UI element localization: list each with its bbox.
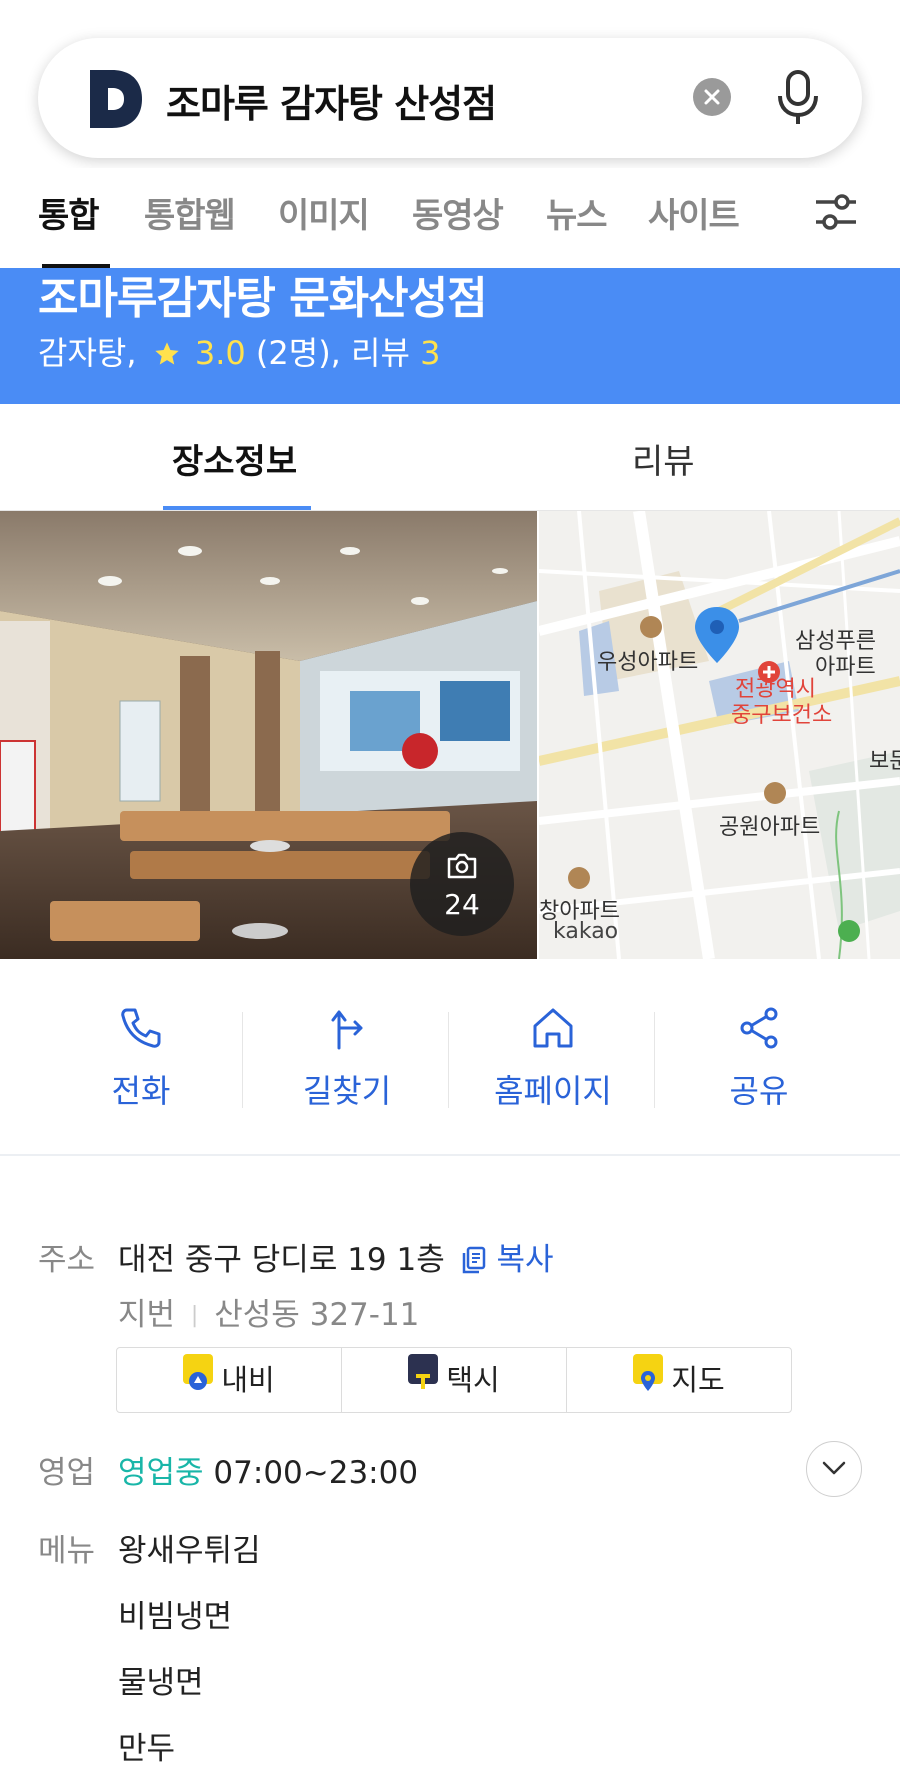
home-icon [533,1008,573,1048]
share-label: 공유 [729,1072,789,1110]
daum-logo-icon[interactable] [86,68,144,130]
divider [654,1012,655,1108]
tab-reviews[interactable]: 리뷰 [632,434,695,483]
menu-item: 만두 [118,1731,176,1767]
menu-item: 비빔냉면 [118,1599,233,1635]
navi-label: 내비 [221,1363,275,1397]
place-rating: 3.0 [194,334,246,372]
star-icon [155,342,179,365]
place-map[interactable]: 우성아파트 삼성푸른 아파트 전광역시 중구보건소 보문 공원아파트 창아파트 … [539,511,900,959]
place-category: 감자탕, [38,334,137,372]
expand-hours-button[interactable] [806,1441,862,1497]
place-review-count: 3 [420,334,441,372]
business-hours: 07:00~23:00 [213,1455,419,1491]
place-title[interactable]: 조마루감자탕 문화산성점 [38,268,488,326]
microphone-icon[interactable] [773,70,823,126]
photo-count: 24 [444,888,480,921]
homepage-button[interactable]: 홈페이지 [450,1004,656,1112]
address-label: 주소 [38,1242,96,1278]
share-icon [740,1007,778,1049]
place-meta: 감자탕, 3.0 (2명), 리뷰 3 [38,328,440,374]
menu-item: 왕새우튀김 [118,1533,261,1569]
map-label: 우성아파트 [597,650,699,675]
lot-label: 지번 [118,1297,176,1333]
close-icon [704,89,720,105]
menu-item: 물냉면 [118,1665,204,1701]
copy-address-button[interactable]: 복사 [455,1242,554,1278]
navigation-buttons: 내비 택시 지도 [116,1347,792,1413]
camera-icon [447,853,477,879]
homepage-label: 홈페이지 [494,1072,612,1110]
place-rating-count: (2명), [255,334,341,372]
tab-images[interactable]: 이미지 [278,188,370,237]
map-label: 아파트 [815,655,876,680]
filter-settings-icon[interactable] [812,190,860,234]
open-status: 영업중 [118,1455,204,1491]
directions-icon [331,1010,363,1050]
place-review-label: 리뷰 [351,334,410,372]
phone-icon [121,1008,161,1048]
divider [242,1012,243,1108]
place-tab-indicator [163,506,311,510]
tab-videos[interactable]: 동영상 [412,188,504,237]
tab-integrated[interactable]: 통합 [38,188,100,237]
map-label: 보문 [869,749,900,774]
map-button[interactable]: 지도 [567,1348,791,1412]
map-label: 지도 [671,1363,725,1397]
call-label: 전화 [111,1072,171,1110]
menu-label: 메뉴 [38,1533,96,1569]
copy-icon [462,1246,485,1274]
lot-address: 산성동 327-11 [214,1297,420,1333]
map-background [539,511,900,959]
tab-integrated-web[interactable]: 통합웹 [144,188,236,237]
separator: | [190,1303,199,1328]
hours-row: 영업중 07:00~23:00 [118,1447,418,1492]
search-tabs: 통합 통합웹 이미지 동영상 뉴스 사이트 [0,168,900,268]
action-bar: 전화 길찾기 홈페이지 공유 [0,960,900,1156]
lot-address-row: 지번 | 산성동 327-11 [118,1289,419,1334]
place-tabs: 장소정보 리뷰 [0,404,900,511]
divider [448,1012,449,1108]
address-row: 대전 중구 당디로 19 1층 복사 [118,1234,554,1279]
place-header: 조마루감자탕 문화산성점 감자탕, 3.0 (2명), 리뷰 3 [0,268,900,404]
tab-sites[interactable]: 사이트 [648,188,740,237]
tab-place-info[interactable]: 장소정보 [172,434,297,483]
directions-label: 길찾기 [302,1072,392,1110]
copy-label: 복사 [496,1242,554,1278]
share-button[interactable]: 공유 [656,1004,862,1112]
map-brand: kakao [553,919,619,944]
search-query[interactable]: 조마루 감자탕 산성점 [166,73,497,128]
taxi-button[interactable]: 택시 [342,1348,566,1412]
chevron-down-icon [822,1461,846,1475]
taxi-label: 택시 [446,1363,500,1397]
address-text[interactable]: 대전 중구 당디로 19 1층 [118,1242,445,1278]
tabs-fade [740,168,780,268]
search-bar[interactable]: 조마루 감자탕 산성점 [38,38,862,158]
map-label: 중구보건소 [731,703,833,728]
hours-label: 영업 [38,1455,96,1491]
directions-button[interactable]: 길찾기 [244,1004,450,1112]
navi-button[interactable]: 내비 [117,1348,341,1412]
clear-search-button[interactable] [693,78,731,116]
photo-count-button[interactable]: 24 [410,832,514,936]
call-button[interactable]: 전화 [38,1004,244,1112]
map-pin-icon [633,1354,664,1391]
map-label: 공원아파트 [719,815,821,840]
taxi-icon [408,1354,439,1389]
tab-news[interactable]: 뉴스 [546,188,608,237]
navi-icon [183,1354,214,1390]
